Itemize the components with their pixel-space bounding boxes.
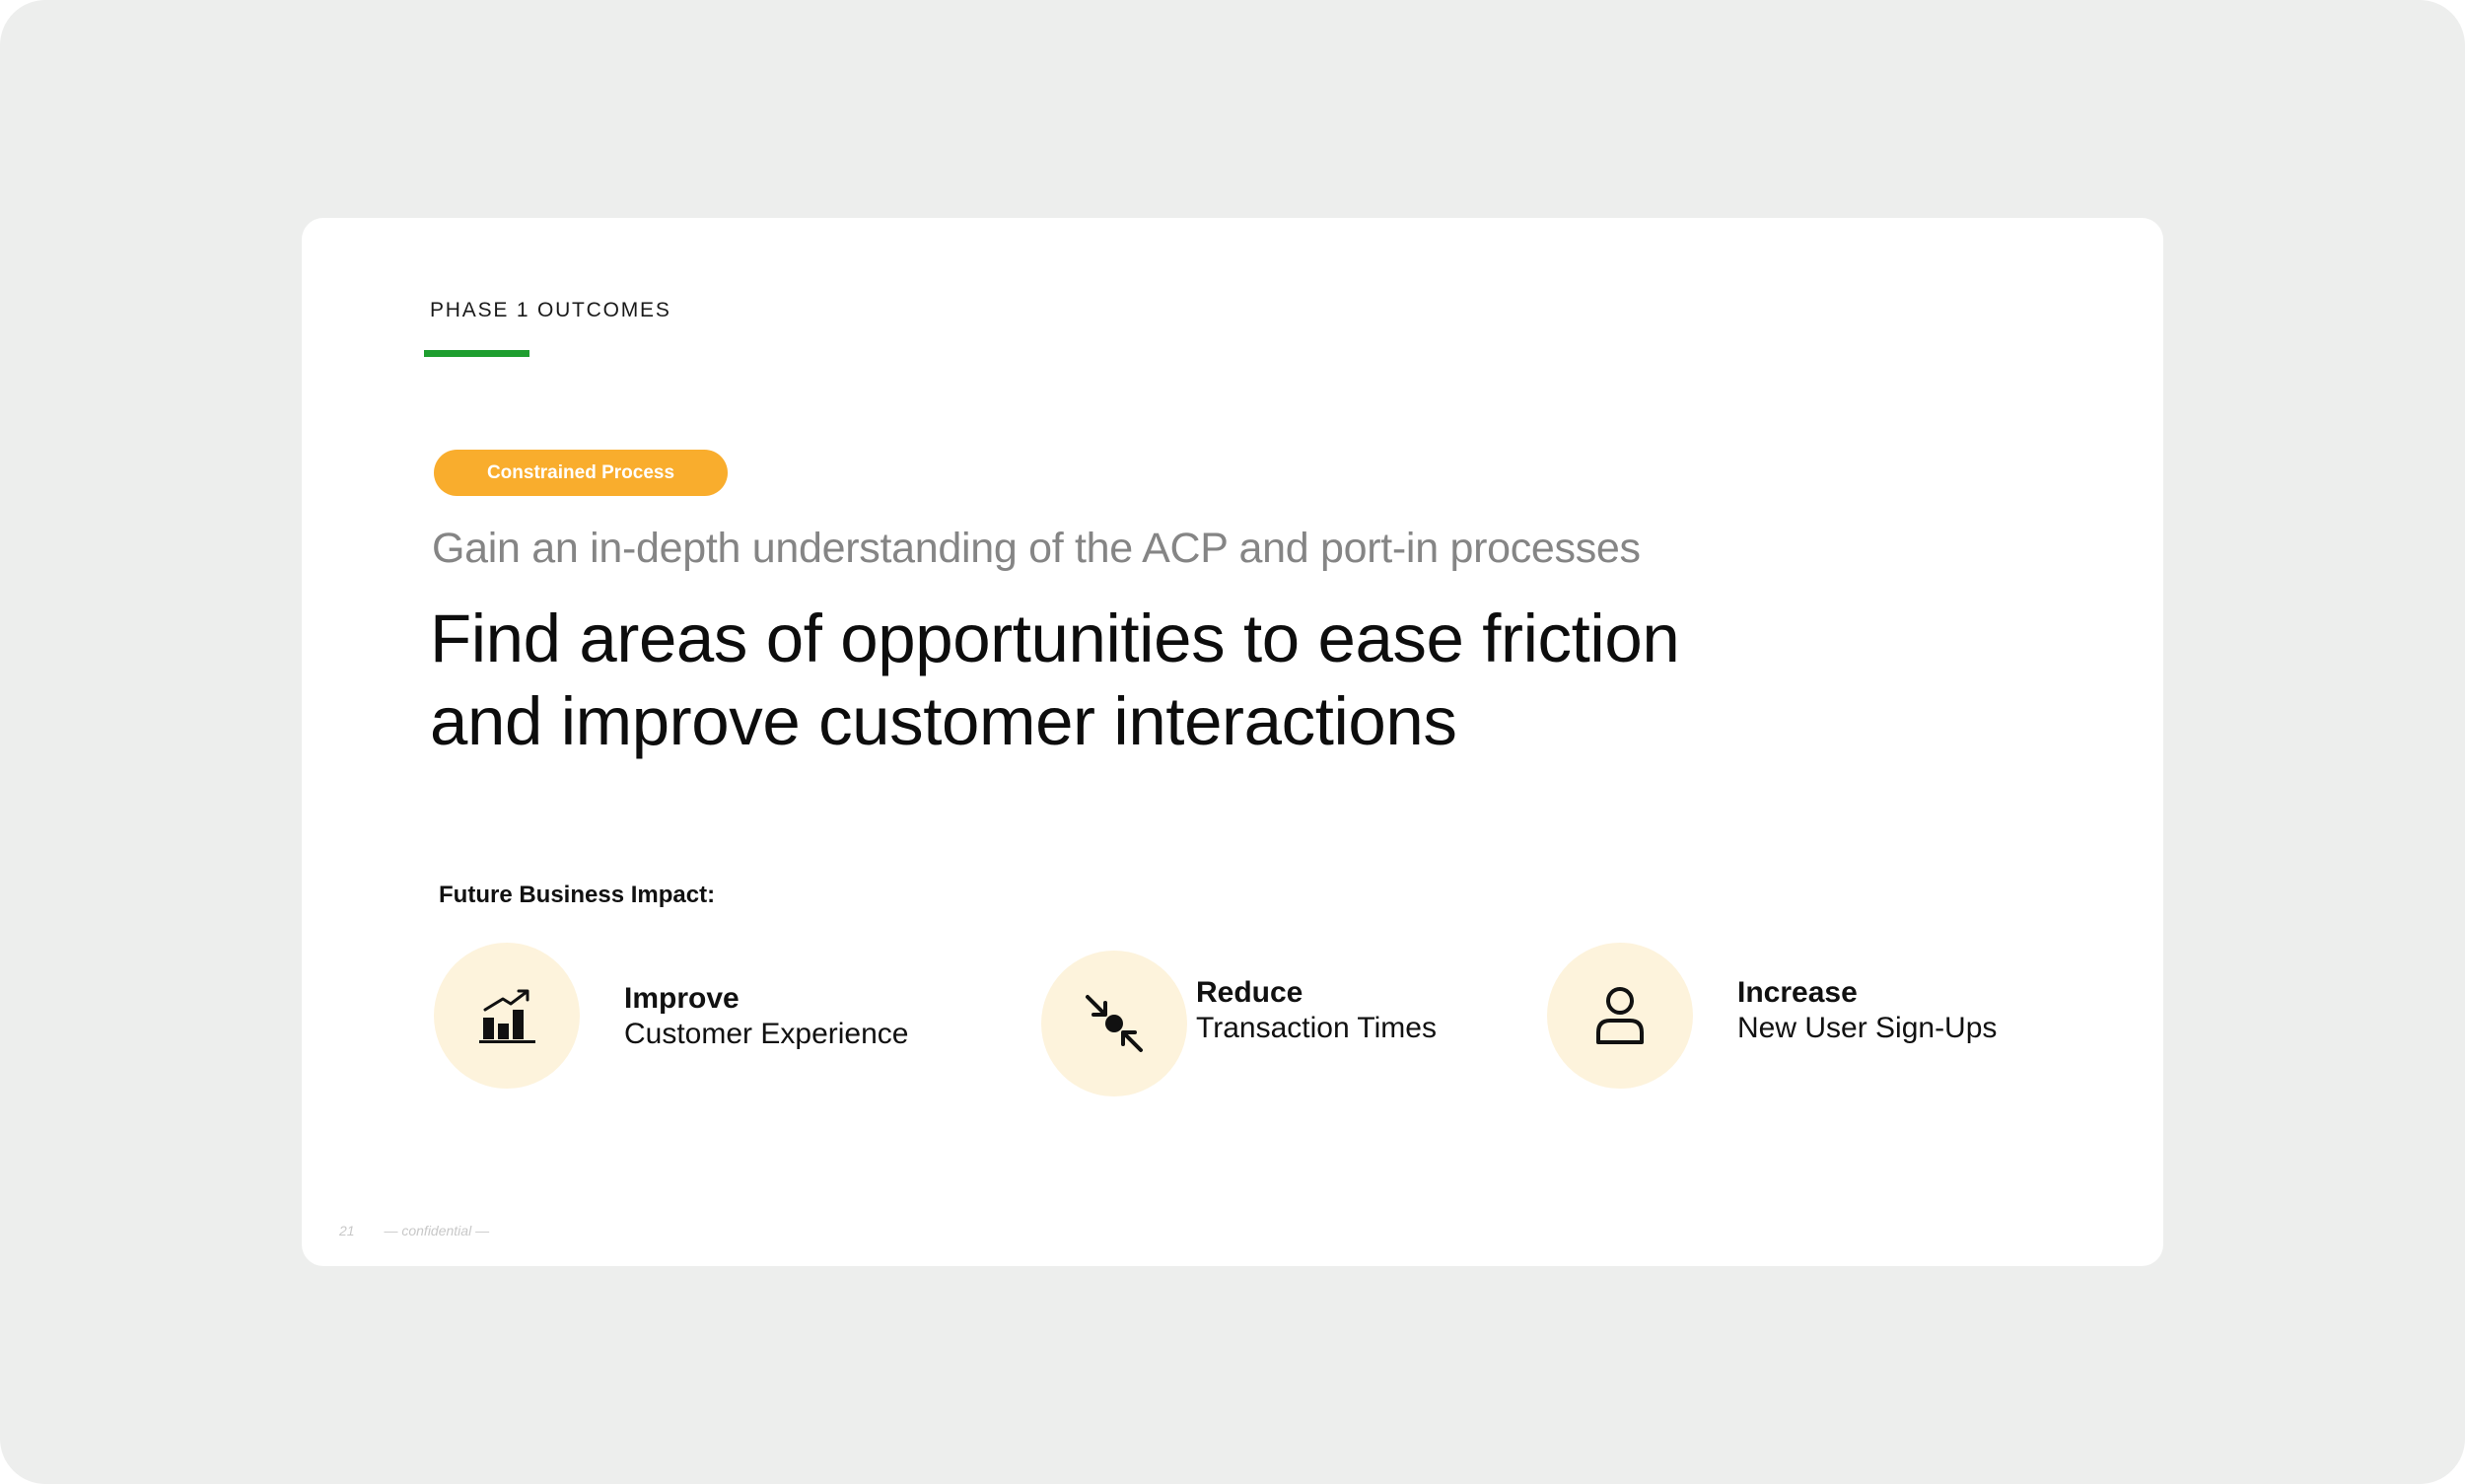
slide-footer: 21 — confidential — <box>339 1223 515 1238</box>
page-background: PHASE 1 OUTCOMES Constrained Process Gai… <box>0 0 2465 1484</box>
section-label: PHASE 1 OUTCOMES <box>430 299 671 321</box>
impact-desc: New User Sign-Ups <box>1737 1012 1998 1044</box>
impact-icon-circle-improve <box>434 943 580 1089</box>
impact-title: Increase <box>1737 976 1858 1009</box>
headline: Find areas of opportunities to ease fric… <box>430 598 1810 763</box>
impact-desc: Transaction Times <box>1196 1012 1437 1044</box>
impact-title: Improve <box>624 982 740 1015</box>
subheading: Gain an in-depth understanding of the AC… <box>432 525 1641 572</box>
impact-title: Reduce <box>1196 976 1303 1009</box>
impact-label: Future Business Impact: <box>439 882 716 908</box>
headline-line-2: and improve customer interactions <box>430 683 1457 759</box>
user-icon <box>1596 987 1644 1044</box>
impact-item-reduce: Reduce Transaction Times <box>1196 975 1437 1046</box>
confidential-note: — confidential — <box>384 1223 490 1238</box>
headline-line-1: Find areas of opportunities to ease fric… <box>430 601 1680 676</box>
section-underline <box>424 350 529 357</box>
bar-chart-growth-icon <box>479 989 535 1043</box>
impact-icon-circle-increase <box>1547 943 1693 1089</box>
slide-card: PHASE 1 OUTCOMES Constrained Process Gai… <box>302 218 2163 1266</box>
compress-arrows-icon <box>1086 995 1143 1052</box>
constrained-process-tag: Constrained Process <box>434 450 728 496</box>
impact-icon-circle-reduce <box>1041 951 1187 1096</box>
page-number: 21 <box>339 1223 355 1238</box>
impact-item-improve: Improve Customer Experience <box>624 981 908 1052</box>
impact-item-increase: Increase New User Sign-Ups <box>1737 975 1997 1046</box>
impact-desc: Customer Experience <box>624 1018 909 1050</box>
